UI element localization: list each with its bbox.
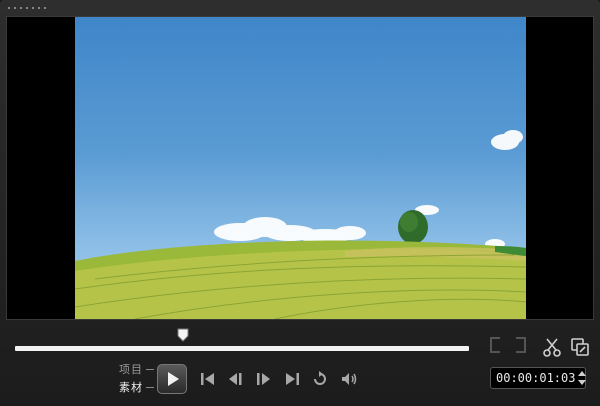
landscape-image — [75, 130, 526, 319]
timecode-stepper[interactable] — [577, 368, 587, 388]
next-frame-icon[interactable] — [254, 370, 274, 388]
mark-in-icon[interactable] — [490, 337, 500, 353]
timecode-field[interactable]: 00:00:01:03 — [490, 367, 586, 389]
repeat-icon[interactable] — [310, 370, 330, 388]
mark-out-icon[interactable] — [516, 337, 526, 353]
playback-controls: 项目 素材 00:00:01:03 — [6, 320, 592, 406]
clip-mode-label[interactable]: 素材 — [119, 379, 143, 395]
scrub-bar[interactable] — [15, 346, 469, 351]
preview-area — [6, 16, 594, 320]
play-icon — [168, 372, 179, 386]
volume-icon[interactable] — [339, 370, 359, 388]
enlarge-icon[interactable] — [570, 337, 590, 357]
scrubber-handle[interactable] — [177, 328, 189, 342]
go-to-start-icon[interactable] — [198, 370, 218, 388]
go-to-end-icon[interactable] — [282, 370, 302, 388]
play-button[interactable] — [157, 364, 187, 394]
scissors-icon[interactable] — [542, 337, 562, 357]
project-mode-label[interactable]: 项目 — [119, 361, 143, 377]
preview-window: 项目 素材 00:00:01:03 — [0, 0, 600, 406]
mode-connector — [146, 387, 154, 388]
previous-frame-icon[interactable] — [225, 370, 245, 388]
video-frame — [75, 17, 526, 319]
drag-grip[interactable] — [6, 6, 48, 10]
mode-connector — [146, 369, 154, 370]
